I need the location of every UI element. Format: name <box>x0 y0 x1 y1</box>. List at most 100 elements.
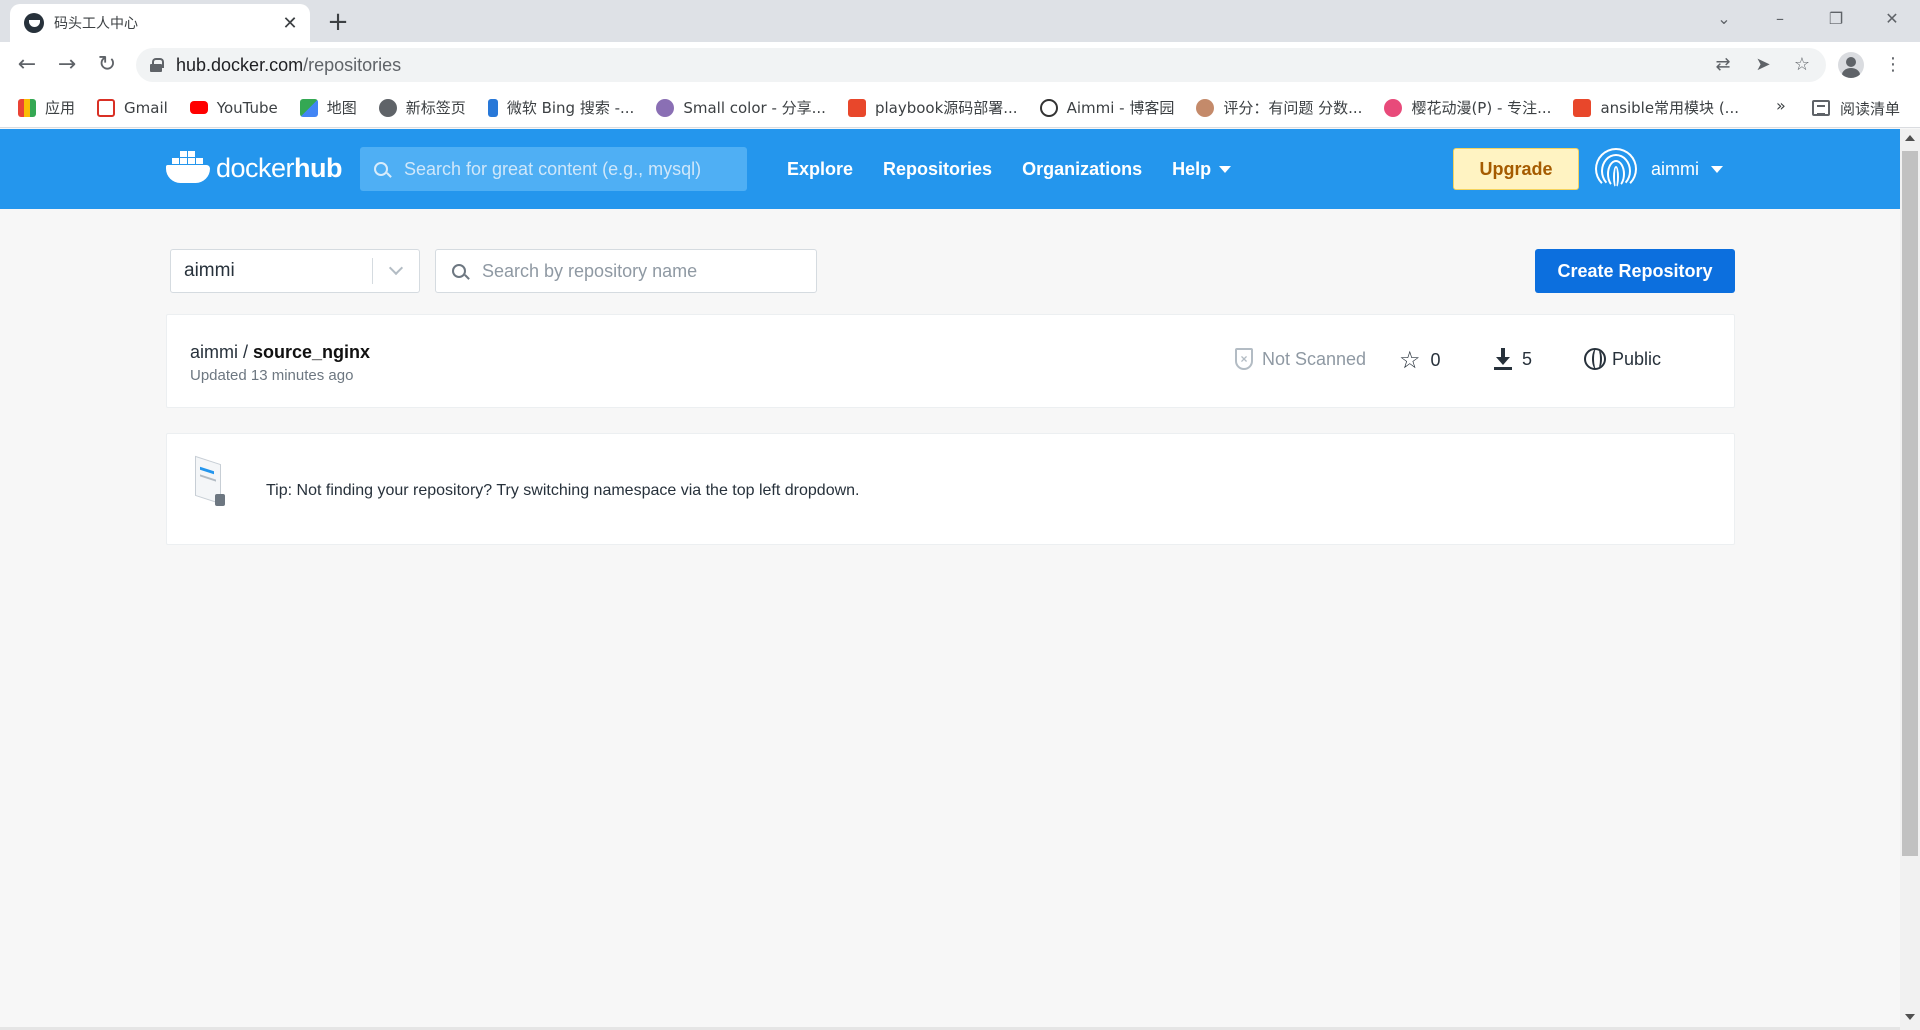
visibility: Public <box>1584 348 1661 370</box>
url-path: /repositories <box>303 54 402 75</box>
tab-search-icon[interactable]: ⌄ <box>1696 0 1752 36</box>
nav-organizations[interactable]: Organizations <box>1022 159 1142 180</box>
namespace-value: aimmi <box>184 260 235 281</box>
create-repository-button[interactable]: Create Repository <box>1535 249 1735 293</box>
star-count-value: 0 <box>1430 349 1441 370</box>
repo-full-name[interactable]: aimmi / source_nginx <box>190 342 370 363</box>
bookmark-label: 应用 <box>45 99 76 117</box>
chevron-down-icon[interactable] <box>373 260 419 276</box>
scroll-down-icon[interactable] <box>1905 1014 1915 1020</box>
pull-count-value: 5 <box>1522 348 1533 369</box>
tab-close-icon[interactable]: ✕ <box>280 13 300 34</box>
bookmark-youtube[interactable]: YouTube <box>189 98 278 117</box>
menu-kebab-icon[interactable]: ⋮ <box>1878 50 1908 80</box>
bookmark-ansible[interactable]: ansible常用模块 (... <box>1573 97 1739 118</box>
dockerhub-logo[interactable]: dockerhub <box>166 151 343 185</box>
bookmark-sakura[interactable]: 樱花动漫(P) - 专注... <box>1384 97 1551 118</box>
reading-list-icon <box>1812 100 1830 116</box>
search-icon <box>374 162 388 176</box>
repo-search-input[interactable]: Search by repository name <box>435 249 817 293</box>
bookmark-label: Small color - 分享... <box>683 99 826 117</box>
restore-icon[interactable]: ❐ <box>1808 0 1864 36</box>
bookmarks-bar: 应用 Gmail YouTube 地图 新标签页 微软 Bing 搜索 -...… <box>0 88 1920 128</box>
bookmark-bing[interactable]: 微软 Bing 搜索 -... <box>487 97 634 118</box>
bing-icon <box>487 98 498 117</box>
bookmark-cnblogs[interactable]: Aimmi - 博客园 <box>1039 97 1174 118</box>
browser-tab[interactable]: 码头工人中心 ✕ <box>10 4 310 42</box>
bookmark-apps[interactable]: 应用 <box>18 97 75 118</box>
repo-search-placeholder: Search by repository name <box>482 260 698 281</box>
bookmark-smallcolor[interactable]: Small color - 分享... <box>656 97 826 118</box>
bookmark-playbook[interactable]: playbook源码部署... <box>847 97 1018 118</box>
globe-icon <box>378 98 397 117</box>
shield-x-icon: × <box>1235 348 1253 370</box>
username: aimmi <box>1651 158 1699 179</box>
bookmark-newtab[interactable]: 新标签页 <box>378 97 466 118</box>
document-lock-icon <box>191 455 231 518</box>
bear-icon <box>656 98 675 117</box>
caret-down-icon <box>1711 165 1723 173</box>
url-host: hub.docker.com <box>176 54 304 75</box>
main-nav: Explore Repositories Organizations Help <box>787 129 1261 209</box>
bookmark-label: 地图 <box>326 99 357 117</box>
star-count: ☆ 0 <box>1399 348 1441 372</box>
bookmark-label: ansible常用模块 (... <box>1600 99 1739 117</box>
bookmark-label: 新标签页 <box>405 99 466 117</box>
more-bookmarks-button[interactable]: » <box>1776 96 1786 115</box>
minimize-icon[interactable]: – <box>1752 0 1808 36</box>
page-scrollbar[interactable] <box>1900 129 1920 1030</box>
gmail-icon <box>97 98 116 117</box>
caret-down-icon <box>1219 165 1232 173</box>
docker-favicon-icon <box>24 13 44 33</box>
url-text: hub.docker.com/repositories <box>176 55 401 76</box>
download-icon <box>1494 348 1512 370</box>
browser-toolbar: ← → ↻ hub.docker.com/repositories ⇄ ➤ ☆ … <box>0 42 1920 88</box>
logo-text-docker: docker <box>216 152 295 183</box>
reading-list-button[interactable]: 阅读清单 <box>1812 88 1900 128</box>
docker-whale-icon <box>166 151 212 185</box>
namespace-select[interactable]: aimmi <box>170 249 420 293</box>
csdn-icon <box>847 98 866 117</box>
new-tab-button[interactable]: + <box>324 8 352 36</box>
reload-icon[interactable]: ↻ <box>92 50 122 80</box>
scan-status-label: Not Scanned <box>1262 348 1367 369</box>
back-arrow-icon[interactable]: ← <box>12 50 42 80</box>
profile-avatar-icon[interactable] <box>1838 52 1864 78</box>
repo-name: source_nginx <box>253 342 371 362</box>
send-icon[interactable]: ➤ <box>1748 50 1778 80</box>
maps-icon <box>299 98 318 117</box>
scroll-up-icon[interactable] <box>1905 135 1915 141</box>
address-bar[interactable]: hub.docker.com/repositories <box>136 48 1826 82</box>
search-icon <box>452 264 466 278</box>
bookmark-label: YouTube <box>216 98 278 117</box>
fingerprint-avatar-icon <box>1595 148 1637 190</box>
repo-updated: Updated 13 minutes ago <box>190 367 354 384</box>
close-window-icon[interactable]: ✕ <box>1864 0 1920 36</box>
pull-count: 5 <box>1494 348 1532 370</box>
bookmark-gmail[interactable]: Gmail <box>97 98 168 117</box>
star-icon: ☆ <box>1399 346 1421 374</box>
avatar-girl-icon <box>1196 98 1215 117</box>
lock-icon[interactable] <box>150 58 164 72</box>
repository-card[interactable]: aimmi / source_nginx Updated 13 minutes … <box>166 314 1735 408</box>
tip-text: Tip: Not finding your repository? Try sw… <box>266 482 860 499</box>
nav-help[interactable]: Help <box>1172 159 1232 180</box>
reading-list-label: 阅读清单 <box>1840 99 1901 118</box>
bookmark-score[interactable]: 评分：有问题 分数... <box>1196 97 1362 118</box>
csdn-icon <box>1573 98 1592 117</box>
bookmark-maps[interactable]: 地图 <box>299 97 357 118</box>
nav-explore[interactable]: Explore <box>787 159 853 180</box>
youtube-icon <box>189 101 208 114</box>
forward-arrow-icon[interactable]: → <box>52 50 82 80</box>
dockerhub-header: dockerhub Search for great content (e.g.… <box>0 129 1900 209</box>
nav-repositories[interactable]: Repositories <box>883 159 992 180</box>
browser-tab-strip: 码头工人中心 ✕ + ⌄ – ❐ ✕ <box>0 0 1920 42</box>
upgrade-button[interactable]: Upgrade <box>1453 148 1579 190</box>
user-menu[interactable]: aimmi <box>1595 147 1723 191</box>
translate-icon[interactable]: ⇄ <box>1708 50 1738 80</box>
scroll-thumb[interactable] <box>1902 151 1918 856</box>
sakura-icon <box>1384 98 1403 117</box>
bookmark-star-icon[interactable]: ☆ <box>1787 50 1817 80</box>
global-search-input[interactable]: Search for great content (e.g., mysql) <box>360 147 747 191</box>
bookmark-label: 樱花动漫(P) - 专注... <box>1411 99 1552 117</box>
